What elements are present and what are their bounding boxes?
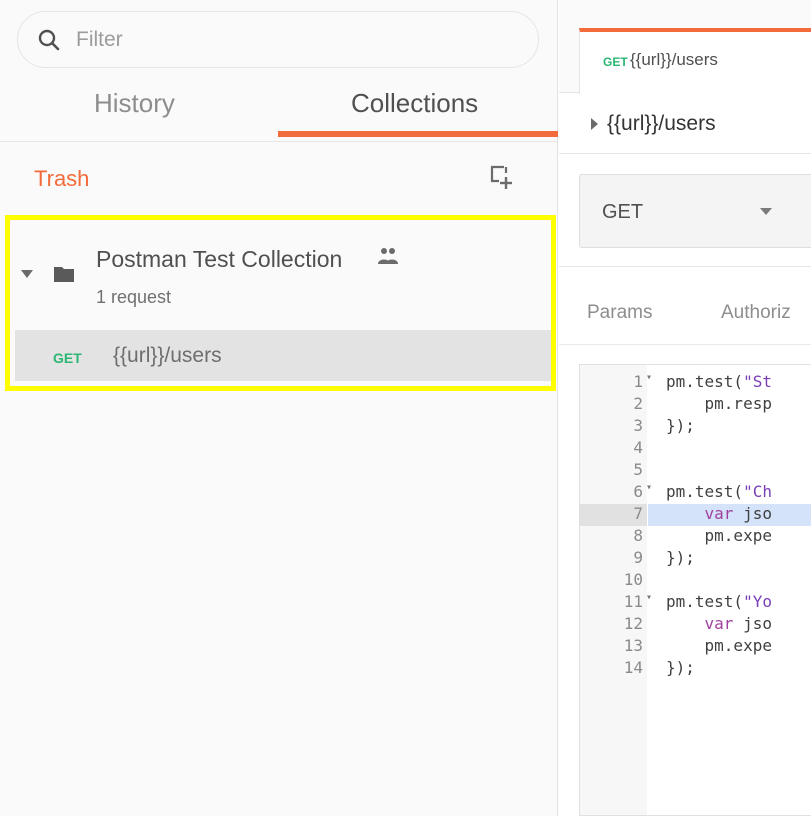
line-number: 9 (633, 548, 643, 567)
code-text: }); (666, 658, 695, 677)
divider (559, 266, 811, 267)
request-editor-pane: GET {{url}}/users {{url}}/users GET Para… (559, 0, 811, 816)
code-text: pm.expe (666, 526, 772, 545)
sidebar-tabs: History Collections (0, 80, 558, 142)
code-text: pm.expe (666, 636, 772, 655)
code-line[interactable]: 12 var jso (580, 614, 811, 636)
code-text: var jso (704, 504, 772, 523)
code-text: }); (666, 416, 695, 435)
request-tabbar: GET {{url}}/users (559, 0, 811, 94)
code-line[interactable]: 9}); (580, 548, 811, 570)
code-editor[interactable]: 1 ▾ pm.test("St 2 pm.resp 3}); 4 5 6 ▾ pm.test("C… (579, 364, 811, 816)
line-number: 1 (633, 372, 643, 391)
filter-box[interactable] (17, 11, 539, 68)
tab-collections[interactable]: Collections (351, 88, 478, 119)
tab-params[interactable]: Params (587, 302, 652, 324)
sidebar: History Collections Trash Postman Test C… (0, 0, 558, 816)
code-line[interactable]: 4 (580, 438, 811, 460)
chevron-right-icon[interactable] (591, 118, 598, 130)
code-line[interactable]: 10 (580, 570, 811, 592)
line-number: 10 (623, 570, 643, 589)
team-icon (378, 248, 398, 264)
line-number: 5 (633, 460, 643, 479)
method-select[interactable]: GET (579, 174, 811, 248)
fold-toggle-icon[interactable]: ▾ (646, 482, 652, 493)
code-line[interactable]: 1 ▾ pm.test("St (580, 372, 811, 394)
line-number: 11 (623, 592, 643, 611)
divider (559, 344, 811, 345)
tab-method-badge: GET (603, 55, 628, 69)
chevron-down-icon[interactable] (21, 270, 33, 278)
line-number: 13 (623, 636, 643, 655)
trash-link[interactable]: Trash (34, 166, 89, 192)
search-icon (38, 29, 60, 50)
collection-request-count: 1 request (96, 287, 172, 307)
method-select-value: GET (602, 201, 644, 223)
line-number: 8 (633, 526, 643, 545)
line-number: 4 (633, 438, 643, 457)
code-line[interactable]: 8 pm.expe (580, 526, 811, 548)
request-tab[interactable]: GET {{url}}/users (579, 28, 811, 94)
breadcrumb-title: {{url}}/users (607, 112, 716, 135)
code-line[interactable]: 5 (580, 460, 811, 482)
code-text: }); (666, 548, 695, 567)
tab-authorization[interactable]: Authoriz (721, 302, 791, 324)
collection-name: Postman Test Collection (96, 246, 343, 272)
line-number: 14 (623, 658, 643, 677)
filter-input[interactable] (76, 27, 456, 52)
folder-icon (54, 267, 74, 282)
request-item[interactable]: GET {{url}}/users (15, 330, 551, 381)
request-method-badge: GET (53, 350, 82, 366)
tab-history[interactable]: History (94, 88, 175, 119)
request-url: {{url}}/users (113, 344, 222, 367)
line-number: 2 (633, 394, 643, 413)
code-text: pm.test("Yo (666, 592, 772, 611)
new-collection-icon[interactable] (489, 164, 513, 190)
code-line[interactable]: 7 var jso (580, 504, 811, 526)
code-line[interactable]: 11 ▾ pm.test("Yo (580, 592, 811, 614)
active-tab-indicator (278, 131, 558, 137)
line-number: 3 (633, 416, 643, 435)
code-line[interactable]: 13 pm.expe (580, 636, 811, 658)
code-text: var jso (704, 614, 772, 633)
divider (559, 153, 811, 154)
line-number: 6 (633, 482, 643, 501)
code-text: pm.test("St (666, 372, 772, 391)
line-number: 7 (633, 504, 643, 523)
request-breadcrumb[interactable]: {{url}}/users (591, 112, 716, 136)
code-line[interactable]: 2 pm.resp (580, 394, 811, 416)
line-number: 12 (623, 614, 643, 633)
code-text: pm.resp (666, 394, 772, 413)
code-line[interactable]: 6 ▾ pm.test("Ch (580, 482, 811, 504)
code-line[interactable]: 14}); (580, 658, 811, 680)
chevron-down-icon (760, 208, 772, 215)
code-line[interactable]: 3}); (580, 416, 811, 438)
code-text: pm.test("Ch (666, 482, 772, 501)
fold-toggle-icon[interactable]: ▾ (646, 592, 652, 603)
collection-item[interactable]: Postman Test Collection 1 request GET {{… (5, 215, 556, 391)
fold-toggle-icon[interactable]: ▾ (646, 372, 652, 383)
tab-title: {{url}}/users (630, 50, 718, 69)
